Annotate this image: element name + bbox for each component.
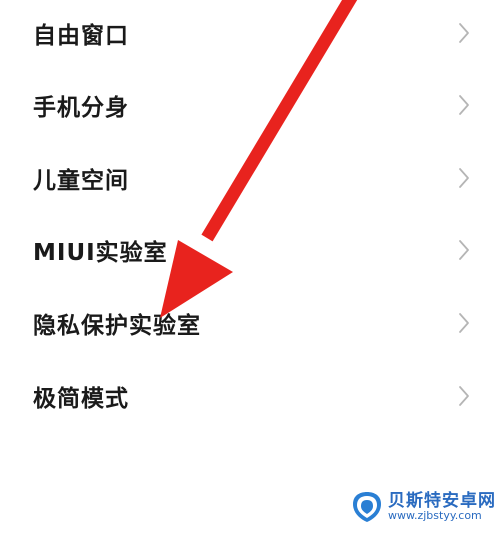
- menu-item-privacy-lab[interactable]: 隐私保护实验室: [0, 293, 500, 353]
- chevron-right-icon: [459, 386, 469, 406]
- menu-item-label: 极简模式: [33, 386, 129, 412]
- menu-item-free-window[interactable]: 自由窗口: [0, 3, 500, 63]
- menu-item-label: 隐私保护实验室: [33, 313, 201, 339]
- chevron-right-icon: [459, 168, 469, 188]
- chevron-right-icon: [459, 240, 469, 260]
- menu-item-label: 手机分身: [33, 95, 129, 121]
- chevron-right-icon: [459, 95, 469, 115]
- chevron-right-icon: [459, 23, 469, 43]
- watermark-url: www.zjbstyy.com: [388, 509, 482, 523]
- menu-item-miui-lab[interactable]: MIUI实验室: [0, 220, 500, 280]
- watermark-name: 贝斯特安卓网: [388, 490, 496, 511]
- menu-item-minimal-mode[interactable]: 极简模式: [0, 366, 500, 426]
- menu-item-dual-apps[interactable]: 手机分身: [0, 75, 500, 135]
- settings-screen: 自由窗口 手机分身 儿童空间 MIUI实验室 隐私保护实验室 极简模式 贝斯特安…: [0, 0, 500, 536]
- menu-item-label: 自由窗口: [33, 23, 129, 49]
- menu-item-label: MIUI实验室: [33, 240, 168, 266]
- chevron-right-icon: [459, 313, 469, 333]
- watermark-logo-icon: [353, 492, 381, 522]
- menu-item-kids-space[interactable]: 儿童空间: [0, 148, 500, 208]
- watermark: 贝斯特安卓网 www.zjbstyy.com: [350, 484, 496, 530]
- menu-item-label: 儿童空间: [33, 168, 129, 194]
